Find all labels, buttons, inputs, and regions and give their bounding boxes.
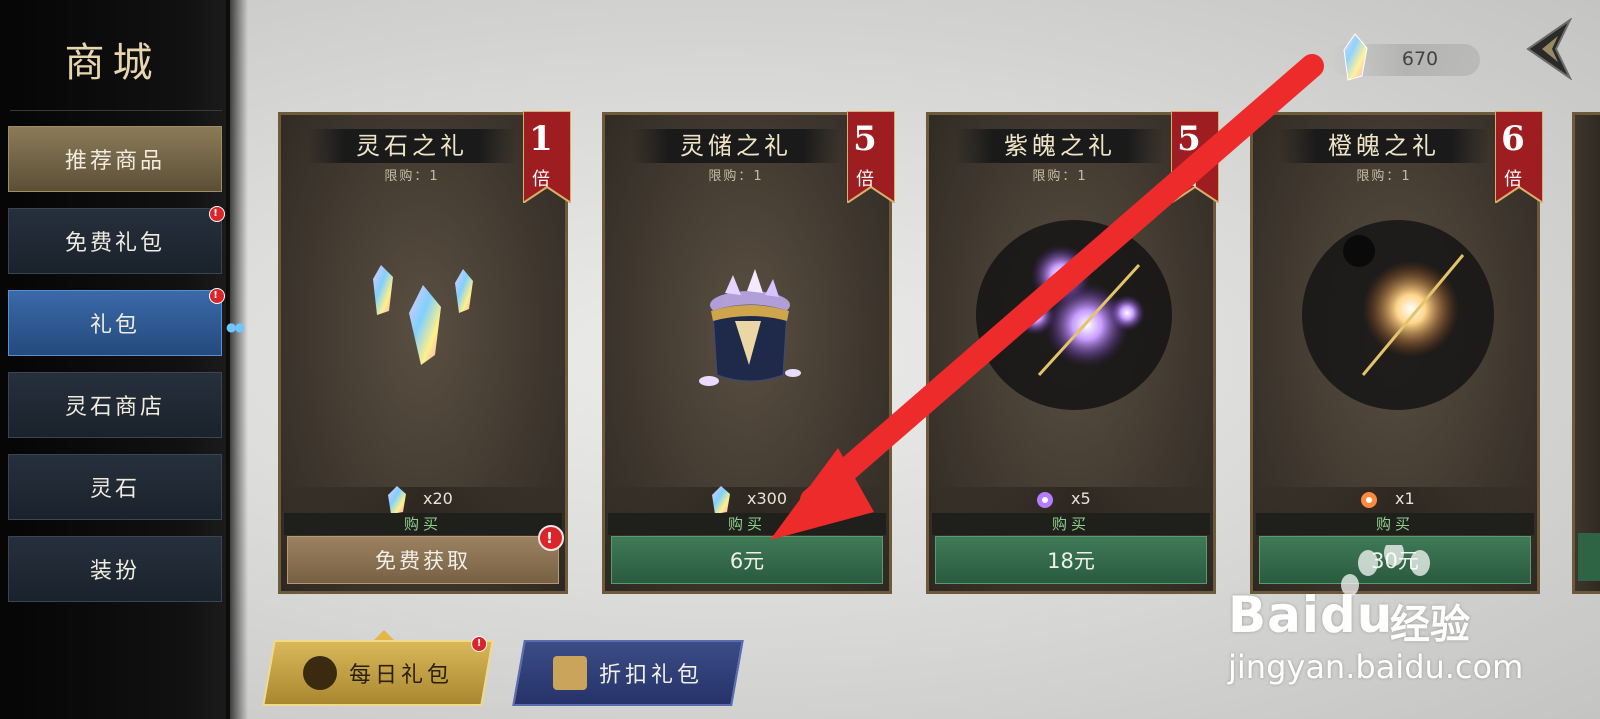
purchase-limit: 限购：1 (1356, 169, 1412, 184)
item-quantity: x20 (423, 489, 453, 508)
item-quantity: x5 (1071, 489, 1091, 508)
claim-free-button[interactable]: 免费获取 ! (287, 525, 564, 584)
purple-soul-orb-icon (976, 220, 1172, 410)
item-quantity: x300 (747, 489, 788, 508)
multiplier-value: 6 (1501, 119, 1525, 159)
tab-label: 折扣礼包 (598, 663, 703, 688)
sidebar-item-crystal-store[interactable]: 灵石商店 (8, 372, 222, 438)
sidebar: 商城 推荐商品 免费礼包 ! 礼包 ! 灵石商店 灵石 装扮 (0, 0, 248, 719)
sidebar-item-label: 灵石 (89, 477, 140, 502)
purchase-limit: 限购：1 (384, 169, 440, 184)
sidebar-item-free-gifts[interactable]: 免费礼包 ! (8, 206, 225, 274)
currency-value: 670 (1401, 48, 1439, 70)
gift-card-orange-soul[interactable]: 橙魄之礼 限购：1 6 倍 x1 购买 30元 (1250, 111, 1543, 594)
shop-title: 商城 (64, 40, 161, 86)
orange-soul-icon (1361, 492, 1377, 508)
alert-badge-icon: ! (209, 288, 225, 304)
tab-discount-gifts[interactable]: 折扣礼包 (512, 640, 744, 706)
watermark-brand: Baidu (1228, 586, 1394, 644)
orange-soul-orb-icon (1302, 220, 1494, 410)
back-icon[interactable] (1518, 18, 1578, 80)
multiplier-unit: 倍 (856, 169, 874, 190)
spirit-crystal-icon (1343, 33, 1368, 81)
gift-card-purple-soul[interactable]: 紫魄之礼 限购：1 5 倍 x5 购买 18元 (926, 111, 1219, 594)
sidebar-item-label: 装扮 (89, 559, 140, 584)
sidebar-item-gift-packs[interactable]: 礼包 ! (8, 288, 225, 356)
sidebar-item-outfits[interactable]: 装扮 (8, 536, 222, 602)
sidebar-item-crystals[interactable]: 灵石 (8, 454, 222, 520)
treasure-chest-icon (552, 656, 587, 690)
alert-badge-icon: ! (471, 636, 488, 652)
price-label: 免费获取 (375, 549, 471, 573)
next-card-partial (1572, 112, 1600, 594)
buy-button[interactable]: 6元 (611, 536, 883, 584)
card-title: 灵石之礼 (307, 129, 517, 163)
card-title: 橙魄之礼 (1279, 129, 1489, 163)
sidebar-item-label: 免费礼包 (64, 231, 165, 256)
sidebar-item-label: 推荐商品 (64, 149, 165, 174)
crystal-pouch-icon (699, 269, 801, 386)
multiplier-unit: 倍 (1504, 169, 1522, 190)
spirit-crystal-icon (388, 486, 406, 514)
multiplier-unit: 倍 (532, 169, 550, 190)
purchase-limit: 限购：1 (1032, 169, 1088, 184)
item-quantity: x1 (1395, 489, 1415, 508)
title-divider (10, 110, 222, 111)
spirit-crystal-icon (712, 486, 730, 514)
buy-label: 购买 (1256, 513, 1534, 535)
purchase-limit: 限购：1 (708, 169, 764, 184)
purple-soul-icon (1037, 492, 1053, 508)
multiplier-value: 5 (1177, 119, 1201, 159)
multiplier-value: 1 (529, 119, 553, 159)
card-title: 灵储之礼 (631, 129, 841, 163)
alert-badge-icon: ! (209, 206, 225, 222)
tab-label: 每日礼包 (348, 663, 453, 688)
multiplier-unit: 倍 (1180, 169, 1198, 190)
gift-card-spirit-stone[interactable]: 灵石之礼 限购：1 1 倍 x20 购买 免费获取 ! (278, 111, 571, 594)
buy-label: 购买 (284, 513, 562, 535)
tab-daily-gifts[interactable]: 每日礼包 ! (262, 636, 494, 706)
watermark-cn: 经验 (1390, 602, 1470, 648)
buy-label: 购买 (932, 513, 1210, 535)
crystals-art-icon (373, 265, 473, 365)
active-indicator-icon: ●● (226, 320, 245, 334)
sidebar-item-label: 灵石商店 (64, 395, 165, 420)
watermark-url: jingyan.baidu.com (1228, 648, 1524, 686)
sidebar-item-recommended[interactable]: 推荐商品 (8, 126, 222, 192)
multiplier-value: 5 (853, 119, 877, 159)
buy-button[interactable]: 18元 (935, 536, 1207, 584)
gift-card-storage[interactable]: 灵储之礼 限购：1 5 倍 x300 购买 6元 (602, 111, 895, 594)
alert-badge-icon: ! (538, 525, 564, 551)
card-title: 紫魄之礼 (955, 129, 1165, 163)
star-gift-icon (302, 656, 337, 690)
buy-label: 购买 (608, 513, 886, 535)
sidebar-item-label: 礼包 (89, 313, 140, 338)
